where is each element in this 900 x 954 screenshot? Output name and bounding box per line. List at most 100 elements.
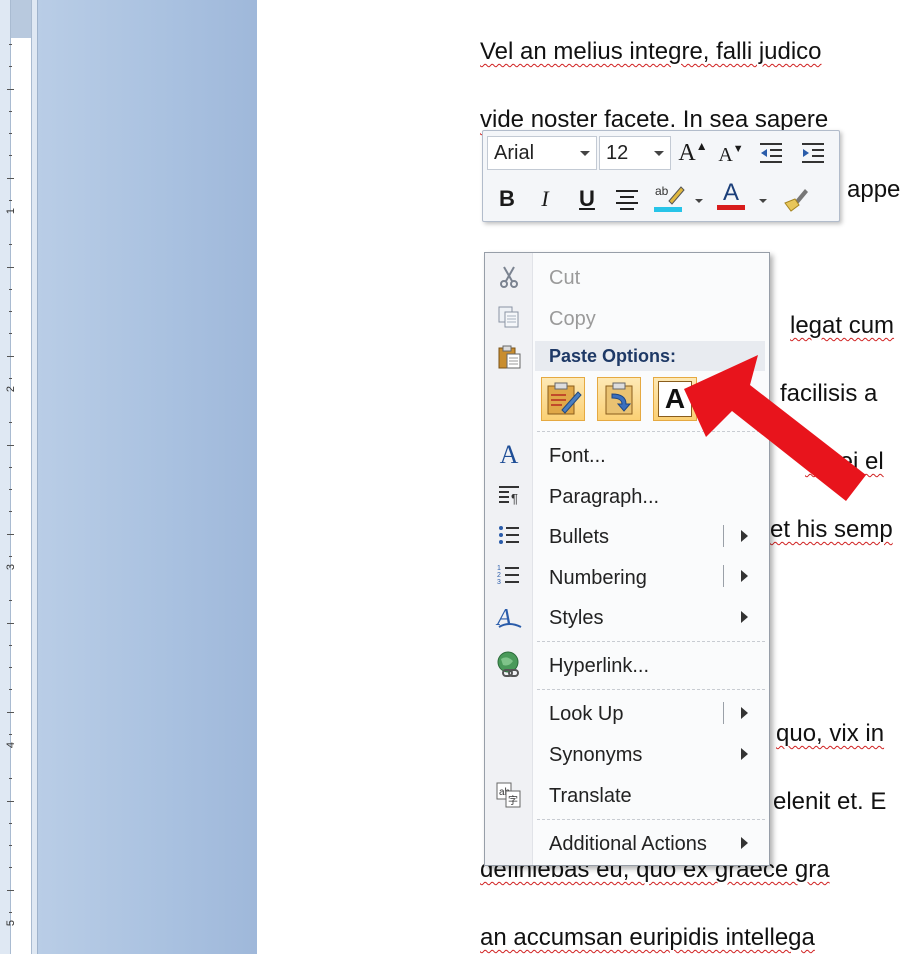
font-name-combo[interactable]: Arial	[487, 136, 597, 170]
format-painter-icon	[784, 189, 808, 212]
font-color-button[interactable]: A	[715, 179, 747, 211]
ruler-tick	[7, 533, 14, 535]
split-separator	[723, 525, 724, 547]
ruler-margin-area	[10, 0, 32, 38]
menu-item-copy[interactable]: Copy	[549, 308, 596, 331]
center-align-button[interactable]	[611, 183, 643, 215]
format-painter-button[interactable]	[779, 183, 811, 215]
ruler-number-4: 4	[5, 741, 17, 749]
ruler-tick	[7, 88, 14, 90]
doc-line-1: Vel an melius integre, falli judico	[480, 38, 822, 65]
chevron-down-icon[interactable]	[654, 151, 664, 156]
ruler-tick	[7, 177, 14, 179]
chevron-right-icon[interactable]	[741, 611, 748, 623]
ruler-tick	[9, 555, 12, 557]
paste-merge-formatting-button[interactable]	[597, 377, 641, 421]
red-arrow-annotation	[684, 355, 866, 501]
chevron-down-icon[interactable]	[580, 151, 590, 156]
ruler-tick	[9, 66, 12, 68]
hyperlink-globe-icon	[495, 651, 523, 679]
ruler-tick	[9, 600, 12, 602]
clipboard-icon	[495, 343, 523, 371]
mini-toolbar: Arial 12 A ▲ A ▼ B I U ab A	[482, 130, 840, 222]
ruler-tick	[7, 444, 14, 446]
ruler-tick	[9, 667, 12, 668]
ruler-number-3: 3	[5, 563, 17, 571]
menu-separator	[537, 819, 765, 820]
decrease-indent-icon	[760, 143, 782, 163]
font-color-icon: A	[722, 178, 739, 206]
doc-line-8: quo, vix in	[776, 720, 885, 747]
font-size-combo[interactable]: 12	[599, 136, 671, 170]
ruler-number-5: 5	[5, 919, 17, 927]
decrease-indent-button[interactable]	[755, 137, 787, 169]
vertical-ruler[interactable]: 1 2 3 4 5	[0, 0, 38, 954]
doc-line-11: an accumsan euripidis intellega	[480, 924, 815, 951]
ruler-tick	[9, 44, 12, 45]
ruler-tick	[9, 466, 12, 468]
highlight-button[interactable]: ab	[653, 181, 685, 213]
ruler-tick	[7, 889, 14, 891]
ruler-scale	[10, 38, 32, 954]
menu-item-cut[interactable]: Cut	[549, 267, 580, 290]
split-separator	[723, 702, 724, 724]
svg-text:A: A	[495, 605, 512, 631]
svg-text:3: 3	[497, 579, 501, 586]
menu-item-synonyms[interactable]: Synonyms	[549, 744, 642, 767]
doc-line-4: legat cum	[790, 312, 895, 339]
svg-text:1: 1	[497, 565, 501, 572]
grow-font-icon: A	[678, 139, 696, 166]
ruler-tick	[9, 867, 12, 869]
split-separator	[723, 565, 724, 587]
ruler-tick	[9, 778, 12, 780]
grow-font-button[interactable]: A ▲	[677, 137, 709, 169]
ruler-number-2: 2	[5, 385, 17, 393]
chevron-down-icon[interactable]	[759, 199, 767, 203]
chevron-right-icon[interactable]	[741, 748, 748, 760]
scissors-icon	[495, 263, 523, 291]
bold-button[interactable]: B	[491, 183, 523, 215]
paste-keep-source-formatting-button[interactable]	[541, 377, 585, 421]
menu-item-hyperlink[interactable]: Hyperlink...	[549, 655, 649, 678]
ruler-tick	[7, 355, 14, 357]
menu-item-font[interactable]: Font...	[549, 445, 606, 468]
ruler-tick	[9, 377, 12, 379]
chevron-down-icon[interactable]	[695, 199, 703, 203]
menu-item-styles[interactable]: Styles	[549, 607, 603, 630]
chevron-right-icon[interactable]	[741, 707, 748, 719]
menu-separator	[537, 689, 765, 690]
ruler-tick	[9, 311, 12, 312]
svg-text:¶: ¶	[511, 491, 518, 506]
ruler-tick	[7, 800, 14, 802]
menu-item-paragraph[interactable]: Paragraph...	[549, 486, 659, 509]
ruler-tick	[9, 110, 12, 112]
ruler-tick	[9, 489, 12, 490]
italic-button[interactable]: I	[529, 183, 561, 215]
svg-text:ab: ab	[655, 184, 669, 198]
menu-item-additional-actions[interactable]: Additional Actions	[549, 833, 707, 856]
context-menu: Cut Copy Paste Options: A A Font... ¶ Pa…	[484, 252, 770, 866]
ruler-tick	[9, 845, 12, 846]
shrink-font-button[interactable]: A ▼	[715, 139, 747, 171]
menu-item-look-up[interactable]: Look Up	[549, 703, 624, 726]
ruler-tick	[9, 911, 12, 913]
menu-item-bullets[interactable]: Bullets	[549, 526, 609, 549]
font-name-value: Arial	[494, 142, 535, 164]
menu-item-translate[interactable]: Translate	[549, 785, 632, 808]
paragraph-icon: ¶	[495, 481, 523, 509]
translate-icon: ab 字	[495, 781, 523, 809]
svg-text:2: 2	[497, 572, 501, 579]
ruler-tick	[9, 822, 12, 824]
chevron-right-icon[interactable]	[741, 530, 748, 542]
ruler-tick	[9, 155, 12, 157]
font-color-swatch	[717, 204, 745, 210]
menu-item-numbering[interactable]: Numbering	[549, 567, 647, 590]
paste-merge-formatting-icon	[605, 382, 633, 415]
increase-indent-button[interactable]	[797, 137, 829, 169]
underline-button[interactable]: U	[571, 183, 603, 215]
ruler-tick	[9, 244, 12, 246]
chevron-right-icon[interactable]	[741, 837, 748, 849]
svg-text:字: 字	[508, 794, 518, 807]
chevron-right-icon[interactable]	[741, 570, 748, 582]
doc-line-3: appe	[847, 176, 900, 203]
